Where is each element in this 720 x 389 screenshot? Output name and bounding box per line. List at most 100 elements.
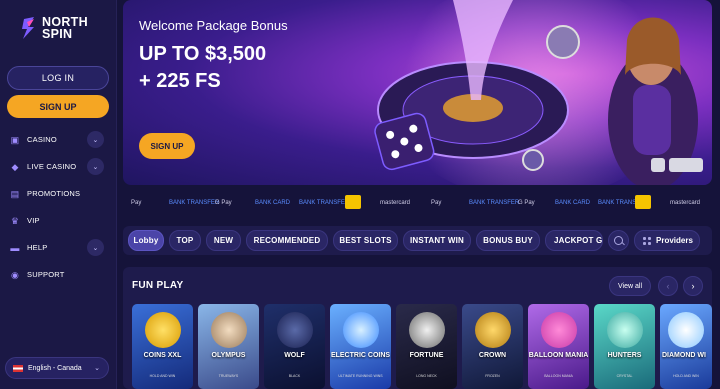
lightning-coin-icon bbox=[144, 312, 181, 348]
chevron-down-icon[interactable]: ⌄ bbox=[87, 239, 104, 256]
tab-lobby[interactable]: Lobby bbox=[128, 230, 164, 251]
banner-title: Welcome Package Bonus bbox=[139, 18, 288, 33]
game-name: OLYMPUS bbox=[211, 352, 246, 359]
zeus-icon bbox=[210, 312, 247, 348]
category-tabs: Lobby TOP NEW RECOMMENDED BEST SLOTS INS… bbox=[123, 226, 712, 255]
game-name: ELECTRIC COINS bbox=[330, 352, 391, 359]
bank-transfer-icon: BANK TRANSFER bbox=[469, 200, 520, 206]
game-subtitle: HOLD AND WIN bbox=[673, 374, 699, 378]
support-icon: ◉ bbox=[10, 269, 20, 280]
chevron-left-icon[interactable]: ‹ bbox=[658, 276, 678, 296]
wolf-icon bbox=[276, 312, 313, 348]
signup-button[interactable]: SIGN UP bbox=[7, 95, 109, 118]
grid-icon bbox=[643, 236, 651, 245]
secure-badge-icon bbox=[669, 158, 703, 172]
language-select[interactable]: English - Canada ⌄ bbox=[5, 357, 109, 379]
chevron-down-icon[interactable]: ⌄ bbox=[87, 131, 104, 148]
view-all-button[interactable]: View all bbox=[609, 276, 651, 296]
logo-text: NORTH SPIN bbox=[42, 15, 88, 41]
sidebar-item-label: LIVE CASINO bbox=[27, 162, 77, 171]
game-subtitle: ULTIMATE RUNNING WINS bbox=[338, 374, 383, 378]
mastercard-icon: mastercard bbox=[670, 200, 701, 206]
game-tile[interactable]: HUNTERS CRYSTAL bbox=[594, 304, 655, 389]
chevron-down-icon[interactable]: ⌄ bbox=[87, 158, 104, 175]
game-name: HUNTERS bbox=[607, 352, 642, 359]
game-name: COINS XXL bbox=[143, 352, 182, 359]
voucher-icon bbox=[345, 195, 361, 209]
welcome-banner[interactable]: Welcome Package Bonus UP TO $3,500 + 225… bbox=[123, 0, 712, 185]
game-tile[interactable]: CROWN FROZEN bbox=[462, 304, 523, 389]
crystal-hunter-icon bbox=[606, 312, 643, 348]
login-button[interactable]: LOG IN bbox=[7, 66, 109, 90]
logo-bolt-icon bbox=[22, 17, 36, 39]
sidebar-item-label: VIP bbox=[27, 216, 40, 225]
banner-free-spins: + 225 FS bbox=[139, 70, 221, 92]
bank-transfer-icon: BANK TRANSFER bbox=[169, 200, 220, 206]
bank-card-icon: BANK CARD bbox=[255, 200, 291, 206]
section-title: FUN PLAY bbox=[132, 280, 184, 291]
sidebar-item-label: CASINO bbox=[27, 135, 57, 144]
game-subtitle: CRYSTAL bbox=[616, 374, 633, 378]
voucher-icon bbox=[635, 195, 651, 209]
game-tile[interactable]: ELECTRIC COINS ULTIMATE RUNNING WINS bbox=[330, 304, 391, 389]
google-pay-icon: G Pay bbox=[215, 200, 232, 206]
game-subtitle: HOLD AND WIN bbox=[149, 374, 176, 378]
tab-top[interactable]: TOP bbox=[169, 230, 201, 251]
game-tile[interactable]: WOLF BLACK bbox=[264, 304, 325, 389]
sidebar-item-label: HELP bbox=[27, 243, 48, 252]
tab-recommended[interactable]: RECOMMENDED bbox=[246, 230, 328, 251]
sidebar-item-support[interactable]: ◉ SUPPORT bbox=[0, 261, 117, 288]
license-badge-icon bbox=[651, 158, 665, 172]
game-tile[interactable]: FORTUNE LONG NECK bbox=[396, 304, 457, 389]
logo[interactable]: NORTH SPIN bbox=[22, 16, 88, 40]
game-name: BALLOON MANIA bbox=[528, 352, 589, 359]
search-icon[interactable] bbox=[608, 230, 629, 251]
language-label: English - Canada bbox=[28, 364, 82, 372]
sidebar: NORTH SPIN LOG IN SIGN UP ▣ CASINO ⌄ ◆ L… bbox=[0, 0, 117, 389]
tab-jackpot-games[interactable]: JACKPOT GA bbox=[545, 230, 603, 251]
game-name: DIAMOND WI bbox=[662, 352, 706, 359]
casino-icon: ▣ bbox=[10, 134, 20, 145]
sidebar-nav: ▣ CASINO ⌄ ◆ LIVE CASINO ⌄ ▤ PROMOTIONS … bbox=[0, 126, 117, 288]
banner-signup-button[interactable]: SIGN UP bbox=[139, 133, 195, 159]
game-tile[interactable]: OLYMPUS TRUEWAYS bbox=[198, 304, 259, 389]
payment-methods: Pay BANK TRANSFER G Pay BANK CARD BANK T… bbox=[123, 192, 712, 214]
google-pay-icon: G Pay bbox=[518, 200, 535, 206]
game-subtitle: TRUEWAYS bbox=[218, 374, 239, 378]
tab-new[interactable]: NEW bbox=[206, 230, 241, 251]
sidebar-item-live-casino[interactable]: ◆ LIVE CASINO ⌄ bbox=[0, 153, 117, 180]
sidebar-item-vip[interactable]: ♛ VIP bbox=[0, 207, 117, 234]
game-subtitle: BLACK bbox=[288, 374, 301, 378]
canada-flag-icon bbox=[13, 364, 23, 372]
game-subtitle: LONG NECK bbox=[416, 374, 437, 378]
sidebar-item-label: PROMOTIONS bbox=[27, 189, 81, 198]
apple-pay-icon: Pay bbox=[431, 200, 442, 206]
help-icon: ▬ bbox=[10, 242, 20, 253]
providers-label: Providers bbox=[656, 236, 693, 245]
tab-best-slots[interactable]: BEST SLOTS bbox=[333, 230, 398, 251]
game-name: FORTUNE bbox=[409, 352, 444, 359]
providers-button[interactable]: Providers bbox=[634, 230, 700, 251]
bank-card-icon: BANK CARD bbox=[555, 200, 591, 206]
game-tile[interactable]: COINS XXL HOLD AND WIN bbox=[132, 304, 193, 389]
gift-icon: ▤ bbox=[10, 188, 20, 199]
game-tile[interactable]: DIAMOND WI HOLD AND WIN bbox=[660, 304, 712, 389]
sidebar-item-promotions[interactable]: ▤ PROMOTIONS bbox=[0, 180, 117, 207]
balloon-icon bbox=[540, 312, 577, 348]
chevron-down-icon: ⌄ bbox=[94, 365, 100, 372]
live-casino-icon: ◆ bbox=[11, 161, 19, 172]
tab-instant-win[interactable]: INSTANT WIN bbox=[403, 230, 471, 251]
crown-icon bbox=[474, 312, 511, 348]
fun-play-section: FUN PLAY View all ‹ › COINS XXL HOLD AND… bbox=[123, 267, 712, 389]
sidebar-item-label: SUPPORT bbox=[27, 270, 65, 279]
sidebar-item-casino[interactable]: ▣ CASINO ⌄ bbox=[0, 126, 117, 153]
electric-coin-icon bbox=[342, 312, 379, 348]
mastercard-icon: mastercard bbox=[380, 200, 411, 206]
chevron-right-icon[interactable]: › bbox=[683, 276, 703, 296]
sidebar-item-help[interactable]: ▬ HELP ⌄ bbox=[0, 234, 117, 261]
diamond-icon bbox=[668, 312, 704, 348]
goose-icon bbox=[408, 312, 445, 348]
game-tile[interactable]: BALLOON MANIA BALLOON MANIA bbox=[528, 304, 589, 389]
tab-bonus-buy[interactable]: BONUS BUY bbox=[476, 230, 540, 251]
game-name: CROWN bbox=[478, 352, 507, 359]
